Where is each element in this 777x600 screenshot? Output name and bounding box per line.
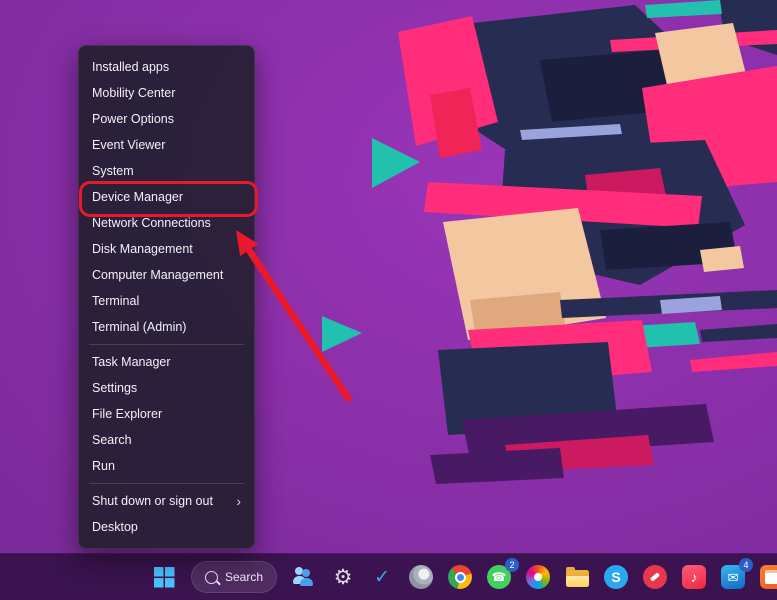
menu-item-label: Settings — [92, 375, 137, 401]
mail-badge: 4 — [739, 558, 753, 572]
menu-separator — [89, 344, 244, 345]
menu-separator — [89, 483, 244, 484]
menu-item-installed-apps[interactable]: Installed apps — [83, 54, 250, 80]
taskbar-app-settings[interactable]: ⚙ — [325, 557, 361, 597]
taskbar-app-file-explorer[interactable] — [559, 557, 595, 597]
menu-item-mobility-center[interactable]: Mobility Center — [83, 80, 250, 106]
menu-item-label: Device Manager — [92, 184, 183, 210]
taskbar-app-skype[interactable]: S — [598, 557, 634, 597]
taskbar: Search ⚙ ✓ ☎ 2 — [0, 553, 777, 600]
menu-item-device-manager[interactable]: Device Manager — [83, 184, 250, 210]
chevron-right-icon: › — [236, 488, 241, 514]
taskbar-apps: Search ⚙ ✓ ☎ 2 — [146, 554, 777, 600]
taskbar-app-calendar[interactable] — [754, 557, 777, 597]
menu-item-label: Search — [92, 427, 132, 453]
taskbar-app-red[interactable] — [637, 557, 673, 597]
menu-item-terminal-admin[interactable]: Terminal (Admin) — [83, 314, 250, 340]
menu-item-label: Event Viewer — [92, 132, 165, 158]
taskbar-app-chrome[interactable] — [442, 557, 478, 597]
menu-item-power-options[interactable]: Power Options — [83, 106, 250, 132]
menu-item-label: File Explorer — [92, 401, 162, 427]
menu-item-label: Terminal (Admin) — [92, 314, 186, 340]
menu-item-label: Installed apps — [92, 54, 169, 80]
taskbar-app-mail[interactable]: ✉ 4 — [715, 557, 751, 597]
checkmark-icon: ✓ — [370, 565, 394, 589]
menu-item-search[interactable]: Search — [83, 427, 250, 453]
menu-item-system[interactable]: System — [83, 158, 250, 184]
menu-item-label: Power Options — [92, 106, 174, 132]
taskbar-app-people[interactable] — [286, 557, 322, 597]
winx-menu: Installed apps Mobility Center Power Opt… — [78, 45, 255, 549]
menu-item-label: Mobility Center — [92, 80, 175, 106]
menu-item-label: Run — [92, 453, 115, 479]
menu-item-task-manager[interactable]: Task Manager — [83, 349, 250, 375]
menu-item-label: Task Manager — [92, 349, 171, 375]
calendar-icon — [760, 565, 777, 589]
menu-item-computer-management[interactable]: Computer Management — [83, 262, 250, 288]
menu-item-label: Terminal — [92, 288, 139, 314]
whatsapp-badge: 2 — [505, 558, 519, 572]
taskbar-app-photos[interactable] — [520, 557, 556, 597]
chrome-icon — [448, 565, 472, 589]
menu-item-label: Desktop — [92, 514, 138, 540]
pinwheel-icon — [526, 565, 550, 589]
menu-item-label: System — [92, 158, 134, 184]
menu-item-label: Network Connections — [92, 210, 211, 236]
windows-logo-icon — [154, 567, 175, 588]
search-label: Search — [225, 570, 263, 584]
menu-item-shutdown-signout[interactable]: Shut down or sign out › — [83, 488, 250, 514]
skype-icon: S — [604, 565, 628, 589]
menu-item-settings[interactable]: Settings — [83, 375, 250, 401]
swirl-icon — [409, 565, 433, 589]
taskbar-app-whatsapp[interactable]: ☎ 2 — [481, 557, 517, 597]
menu-item-label: Shut down or sign out — [92, 488, 213, 514]
gear-icon: ⚙ — [331, 565, 355, 589]
menu-item-file-explorer[interactable]: File Explorer — [83, 401, 250, 427]
menu-item-terminal[interactable]: Terminal — [83, 288, 250, 314]
folder-icon — [566, 570, 589, 587]
taskbar-app-music[interactable]: ♪ — [676, 557, 712, 597]
menu-item-network-connections[interactable]: Network Connections — [83, 210, 250, 236]
taskbar-search-button[interactable]: Search — [191, 561, 277, 593]
menu-item-label: Computer Management — [92, 262, 223, 288]
red-app-icon — [643, 565, 667, 589]
taskbar-app-copilot[interactable] — [403, 557, 439, 597]
taskbar-app-todo[interactable]: ✓ — [364, 557, 400, 597]
menu-item-event-viewer[interactable]: Event Viewer — [83, 132, 250, 158]
desktop: Installed apps Mobility Center Power Opt… — [0, 0, 777, 600]
menu-item-desktop[interactable]: Desktop — [83, 514, 250, 540]
start-button[interactable] — [146, 557, 182, 597]
search-icon — [205, 571, 218, 584]
menu-item-run[interactable]: Run — [83, 453, 250, 479]
music-note-icon: ♪ — [682, 565, 706, 589]
menu-item-disk-management[interactable]: Disk Management — [83, 236, 250, 262]
menu-item-label: Disk Management — [92, 236, 193, 262]
people-icon — [292, 565, 316, 589]
